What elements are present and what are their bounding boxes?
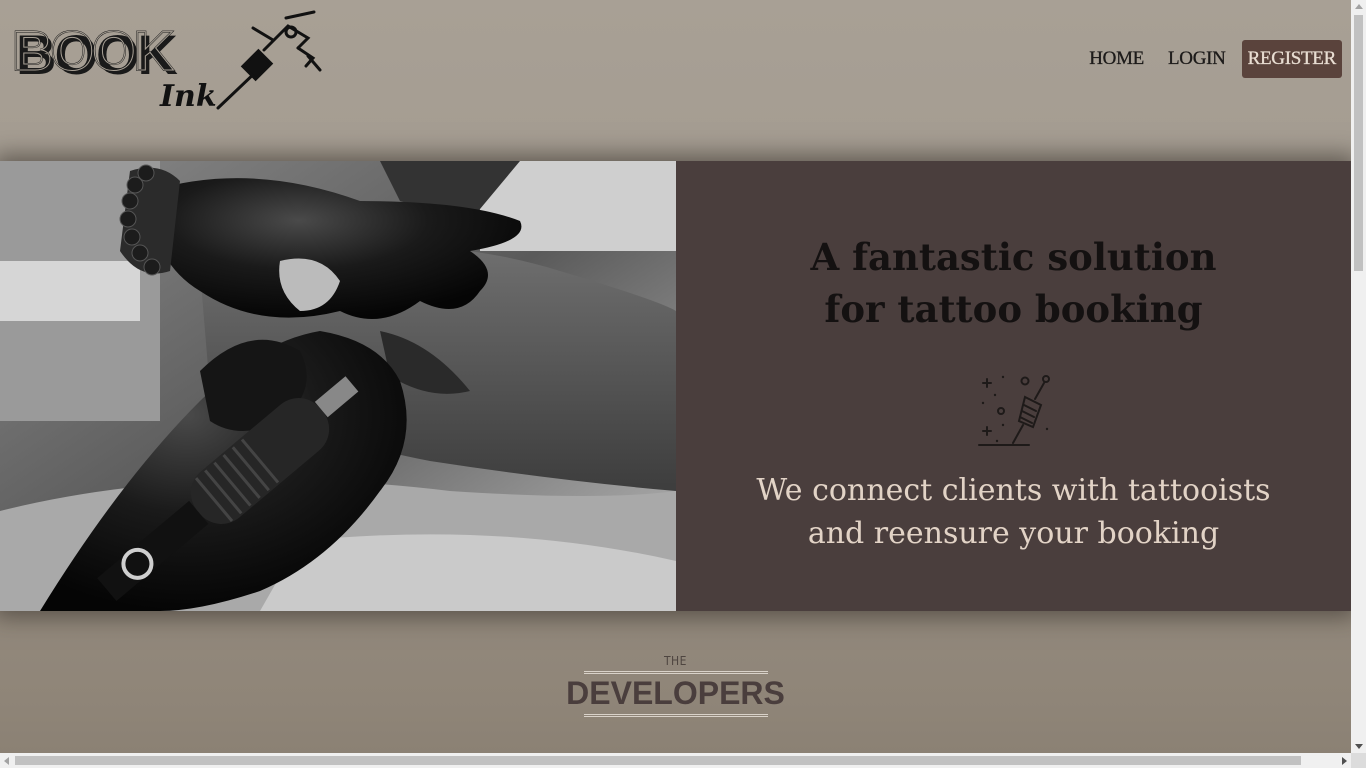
hero-section: A fantastic solution for tattoo booking (0, 161, 1351, 611)
divider (583, 671, 768, 674)
svg-text:BOOK: BOOK (12, 19, 174, 82)
scroll-down-arrow-icon[interactable] (1355, 744, 1363, 749)
nav-home-link[interactable]: HOME (1077, 40, 1156, 78)
page-viewport: BOOK BOOK BOOK Ink HOME LOGIN REGISTER A… (0, 0, 1351, 753)
book-ink-logo[interactable]: BOOK BOOK BOOK Ink (8, 8, 324, 114)
developers-kicker: THE (663, 654, 688, 668)
developers-title: DEVELOPERS (566, 675, 785, 711)
svg-text:Ink: Ink (159, 79, 217, 114)
scrollbar-corner (1351, 753, 1366, 768)
nav-login-link[interactable]: LOGIN (1156, 40, 1238, 78)
vertical-scrollbar[interactable] (1351, 0, 1366, 753)
developers-section: THE DEVELOPERS (0, 654, 1351, 718)
scroll-up-arrow-icon[interactable] (1355, 4, 1363, 9)
scroll-left-arrow-icon[interactable] (4, 757, 9, 765)
hero-panel: A fantastic solution for tattoo booking (676, 161, 1351, 611)
horizontal-scroll-thumb[interactable] (15, 756, 1301, 765)
hero-subtitle: We connect clients with tattooists and r… (756, 473, 1271, 551)
scroll-right-arrow-icon[interactable] (1342, 757, 1347, 765)
horizontal-scrollbar[interactable] (0, 753, 1366, 768)
hero-title: A fantastic solution for tattoo booking (810, 235, 1217, 331)
tattoo-machine-icon (973, 369, 1055, 449)
vertical-scroll-thumb[interactable] (1354, 15, 1363, 271)
site-header: BOOK BOOK BOOK Ink HOME LOGIN REGISTER (0, 0, 1351, 120)
main-nav: HOME LOGIN REGISTER (1077, 40, 1342, 78)
divider (583, 714, 768, 717)
nav-register-button[interactable]: REGISTER (1241, 40, 1342, 78)
tattoo-artist-photo (0, 161, 676, 611)
